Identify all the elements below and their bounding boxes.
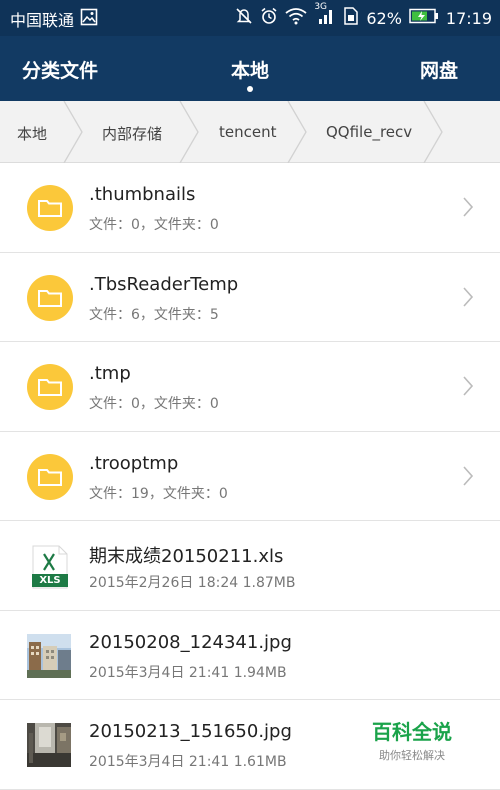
chevron-right-icon [463,376,474,396]
image-thumbnail [27,722,73,768]
chevron-right-icon [463,197,474,217]
breadcrumb-separator-icon [423,101,443,163]
watermark-title: 百科全说 [372,720,452,744]
file-name: 20150213_151650.jpg [89,721,292,742]
baike-watermark: 百科全说 助你轻松解决 [364,716,460,763]
file-meta: 2015年3月4日 21:41 1.94MB [89,664,287,681]
chevron-right-icon [463,286,474,307]
clock: 17:19 [445,8,492,28]
status-right: 3G 62% 17:19 [235,2,492,29]
breadcrumb-separator-icon [63,101,83,163]
tab-cloud-drive[interactable]: 网盘 [420,56,458,83]
file-name: .tmp [89,363,131,384]
top-tab-bar: 分类文件 本地 网盘 [0,36,500,101]
xls-label: XLS [39,575,61,586]
mute-icon [235,7,253,29]
breadcrumb-item-qqfile-recv[interactable]: QQfile_recv [326,123,412,141]
battery-percent: 62% [366,8,402,28]
file-meta: 2015年3月4日 21:41 1.61MB [89,754,287,770]
file-list: .thumbnails 文件：0，文件夹：0 .TbsReaderTemp 文件… [0,163,500,790]
excel-file-icon: XLS [31,545,69,589]
watermark-subtitle: 助你轻松解决 [379,749,445,762]
list-item-folder[interactable]: .tmp 文件：0，文件夹：0 [0,342,500,432]
breadcrumb-item-internal-storage[interactable]: 内部存储 [102,123,162,144]
list-item-folder[interactable]: .thumbnails 文件：0，文件夹：0 [0,163,500,253]
active-tab-indicator [247,86,253,92]
file-meta: 文件：19，文件夹：0 [89,485,228,502]
battery-charging-icon [409,8,439,28]
list-item-file[interactable]: XLS 期末成绩20150211.xls 2015年2月26日 18:24 1.… [0,521,500,611]
signal-icon: 3G [314,2,336,29]
file-name: 20150208_124341.jpg [89,631,292,653]
list-item-folder[interactable]: .TbsReaderTemp 文件：6，文件夹：5 [0,253,500,342]
status-bar: 中国联通 3G 62% 17:19 [0,0,500,36]
status-left: 中国联通 [10,7,98,31]
breadcrumb-item-local[interactable]: 本地 [17,123,47,144]
breadcrumb-item-tencent[interactable]: tencent [219,123,276,141]
file-name: 期末成绩20150211.xls [89,546,284,567]
file-name: .thumbnails [89,184,196,205]
list-item-folder[interactable]: .trooptmp 文件：19，文件夹：0 [0,432,500,521]
wifi-icon [285,7,307,29]
file-name: .TbsReaderTemp [89,273,239,295]
folder-icon [27,453,73,500]
file-meta: 文件：6，文件夹：5 [89,306,219,323]
gallery-notification-icon [80,8,98,30]
chevron-right-icon [463,465,474,486]
network-type-label: 3G [314,2,328,12]
alarm-icon [260,7,278,29]
sim-icon [343,7,359,29]
image-thumbnail [27,633,73,679]
file-name: .trooptmp [89,452,179,474]
folder-icon [27,364,73,410]
breadcrumb-separator-icon [179,101,199,163]
breadcrumb: 本地 内部存储 tencent QQfile_recv [0,101,500,163]
breadcrumb-separator-icon [287,101,307,163]
file-meta: 2015年2月26日 18:24 1.87MB [89,575,296,591]
file-meta: 文件：0，文件夹：0 [89,396,219,412]
list-item-file[interactable]: 20150208_124341.jpg 2015年3月4日 21:41 1.94… [0,611,500,700]
file-meta: 文件：0，文件夹：0 [89,217,219,233]
folder-icon [27,274,73,321]
carrier-label: 中国联通 [10,11,75,30]
folder-icon [27,185,73,231]
